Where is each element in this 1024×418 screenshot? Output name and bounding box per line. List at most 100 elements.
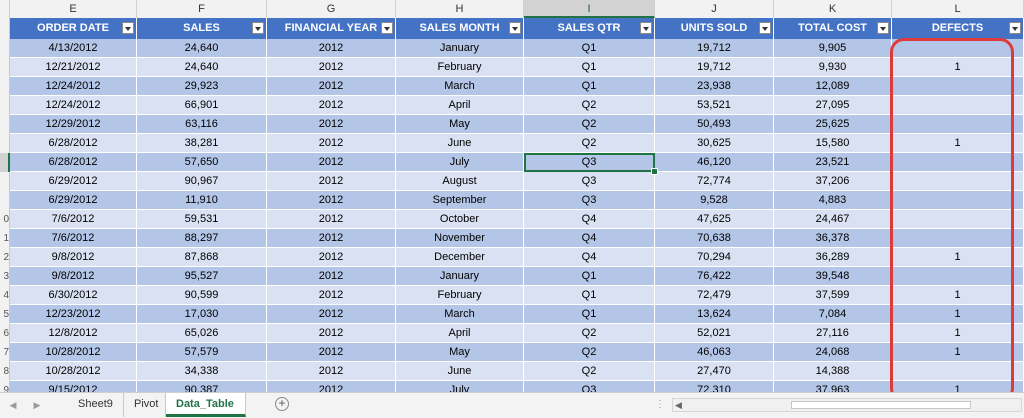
row-number[interactable]: 3 — [0, 267, 10, 286]
table-cell[interactable]: 6/28/2012 — [10, 153, 137, 172]
table-cell[interactable]: 4,883 — [774, 191, 892, 210]
table-cell[interactable]: 6/30/2012 — [10, 286, 137, 305]
row-number[interactable] — [0, 134, 10, 153]
table-cell[interactable]: 13,624 — [655, 305, 774, 324]
column-letter-e[interactable]: E — [10, 0, 137, 18]
column-letter-f[interactable]: F — [137, 0, 267, 18]
row-number[interactable] — [0, 172, 10, 191]
row-number[interactable] — [0, 18, 10, 39]
table-cell[interactable]: 95,527 — [137, 267, 267, 286]
filter-dropdown-icon[interactable] — [759, 22, 771, 34]
table-cell[interactable]: 34,338 — [137, 362, 267, 381]
fill-handle[interactable] — [651, 168, 658, 175]
table-cell[interactable]: 6/29/2012 — [10, 172, 137, 191]
table-cell[interactable]: 47,625 — [655, 210, 774, 229]
table-cell[interactable]: December — [396, 248, 524, 267]
table-cell[interactable]: 23,521 — [774, 153, 892, 172]
table-cell[interactable]: 9/15/2012 — [10, 381, 137, 392]
column-letter-l[interactable]: L — [892, 0, 1024, 18]
table-cell[interactable]: 4/13/2012 — [10, 39, 137, 58]
filter-dropdown-icon[interactable] — [381, 22, 393, 34]
row-number[interactable]: 8 — [0, 362, 10, 381]
table-cell[interactable]: Q4 — [524, 229, 655, 248]
table-cell[interactable]: 37,963 — [774, 381, 892, 392]
table-cell[interactable]: 27,095 — [774, 96, 892, 115]
table-cell[interactable]: Q1 — [524, 77, 655, 96]
filter-dropdown-icon[interactable] — [509, 22, 521, 34]
table-cell[interactable]: Q2 — [524, 115, 655, 134]
table-cell[interactable]: 2012 — [267, 172, 396, 191]
table-cell[interactable]: 19,712 — [655, 39, 774, 58]
table-cell[interactable]: 36,378 — [774, 229, 892, 248]
table-cell[interactable]: June — [396, 362, 524, 381]
table-cell[interactable]: 72,479 — [655, 286, 774, 305]
next-sheet-icon[interactable]: ▶ — [32, 400, 42, 410]
row-number[interactable] — [0, 153, 10, 172]
table-cell[interactable]: 38,281 — [137, 134, 267, 153]
table-cell[interactable]: 2012 — [267, 267, 396, 286]
table-cell[interactable]: Q2 — [524, 134, 655, 153]
table-cell[interactable]: 2012 — [267, 305, 396, 324]
filter-dropdown-icon[interactable] — [1009, 22, 1021, 34]
table-cell[interactable]: 9/8/2012 — [10, 248, 137, 267]
table-cell[interactable]: 2012 — [267, 286, 396, 305]
table-cell[interactable]: 2012 — [267, 96, 396, 115]
table-cell[interactable]: February — [396, 58, 524, 77]
sheet-tab-data-table[interactable]: Data_Table — [166, 393, 246, 417]
table-cell[interactable]: August — [396, 172, 524, 191]
table-cell[interactable]: 57,650 — [137, 153, 267, 172]
table-cell[interactable]: 14,388 — [774, 362, 892, 381]
table-cell[interactable]: 7/6/2012 — [10, 229, 137, 248]
table-cell[interactable]: 36,289 — [774, 248, 892, 267]
table-cell[interactable]: 90,599 — [137, 286, 267, 305]
table-cell[interactable]: 2012 — [267, 191, 396, 210]
table-cell[interactable]: 87,868 — [137, 248, 267, 267]
row-number[interactable]: 7 — [0, 343, 10, 362]
table-cell[interactable]: Q1 — [524, 305, 655, 324]
table-cell[interactable]: 27,116 — [774, 324, 892, 343]
select-all-corner[interactable] — [0, 0, 10, 18]
table-cell[interactable]: 12/8/2012 — [10, 324, 137, 343]
table-cell[interactable]: 15,580 — [774, 134, 892, 153]
table-cell[interactable]: 2012 — [267, 77, 396, 96]
worksheet-grid[interactable]: EFGHIJKL 0123456789 ORDER DATE SALES FINAN… — [0, 0, 1024, 392]
filter-dropdown-icon[interactable] — [122, 22, 134, 34]
table-cell[interactable]: 72,774 — [655, 172, 774, 191]
table-cell[interactable]: March — [396, 77, 524, 96]
table-cell[interactable]: Q4 — [524, 248, 655, 267]
table-cell[interactable]: 52,021 — [655, 324, 774, 343]
table-cell[interactable]: 24,640 — [137, 58, 267, 77]
column-letter-j[interactable]: J — [655, 0, 774, 18]
tab-split-handle-icon[interactable]: ⋮ — [655, 399, 666, 410]
table-cell[interactable]: June — [396, 134, 524, 153]
table-cell[interactable]: February — [396, 286, 524, 305]
table-cell[interactable]: Q4 — [524, 210, 655, 229]
row-number[interactable] — [0, 96, 10, 115]
filter-dropdown-icon[interactable] — [640, 22, 652, 34]
table-cell[interactable]: Q2 — [524, 362, 655, 381]
table-cell[interactable]: 2012 — [267, 343, 396, 362]
table-cell[interactable]: 2012 — [267, 229, 396, 248]
table-cell[interactable]: January — [396, 267, 524, 286]
table-cell[interactable]: 12/24/2012 — [10, 77, 137, 96]
row-number[interactable] — [0, 77, 10, 96]
table-cell[interactable]: 2012 — [267, 58, 396, 77]
table-cell[interactable]: 57,579 — [137, 343, 267, 362]
table-cell[interactable]: Q3 — [524, 172, 655, 191]
table-cell[interactable]: 2012 — [267, 381, 396, 392]
table-cell[interactable]: 10/28/2012 — [10, 343, 137, 362]
row-number[interactable] — [0, 115, 10, 134]
table-cell[interactable]: 30,625 — [655, 134, 774, 153]
table-cell[interactable]: 23,938 — [655, 77, 774, 96]
row-number[interactable] — [0, 191, 10, 210]
row-number[interactable] — [0, 58, 10, 77]
scrollbar-thumb[interactable] — [791, 401, 971, 409]
sheet-tab-pivot[interactable]: Pivot — [124, 393, 166, 417]
table-cell[interactable]: November — [396, 229, 524, 248]
table-cell[interactable]: 25,625 — [774, 115, 892, 134]
table-cell[interactable]: Q3 — [524, 191, 655, 210]
row-number[interactable]: 0 — [0, 210, 10, 229]
table-cell[interactable]: 65,026 — [137, 324, 267, 343]
table-cell[interactable]: Q1 — [524, 58, 655, 77]
table-cell[interactable]: 72,310 — [655, 381, 774, 392]
